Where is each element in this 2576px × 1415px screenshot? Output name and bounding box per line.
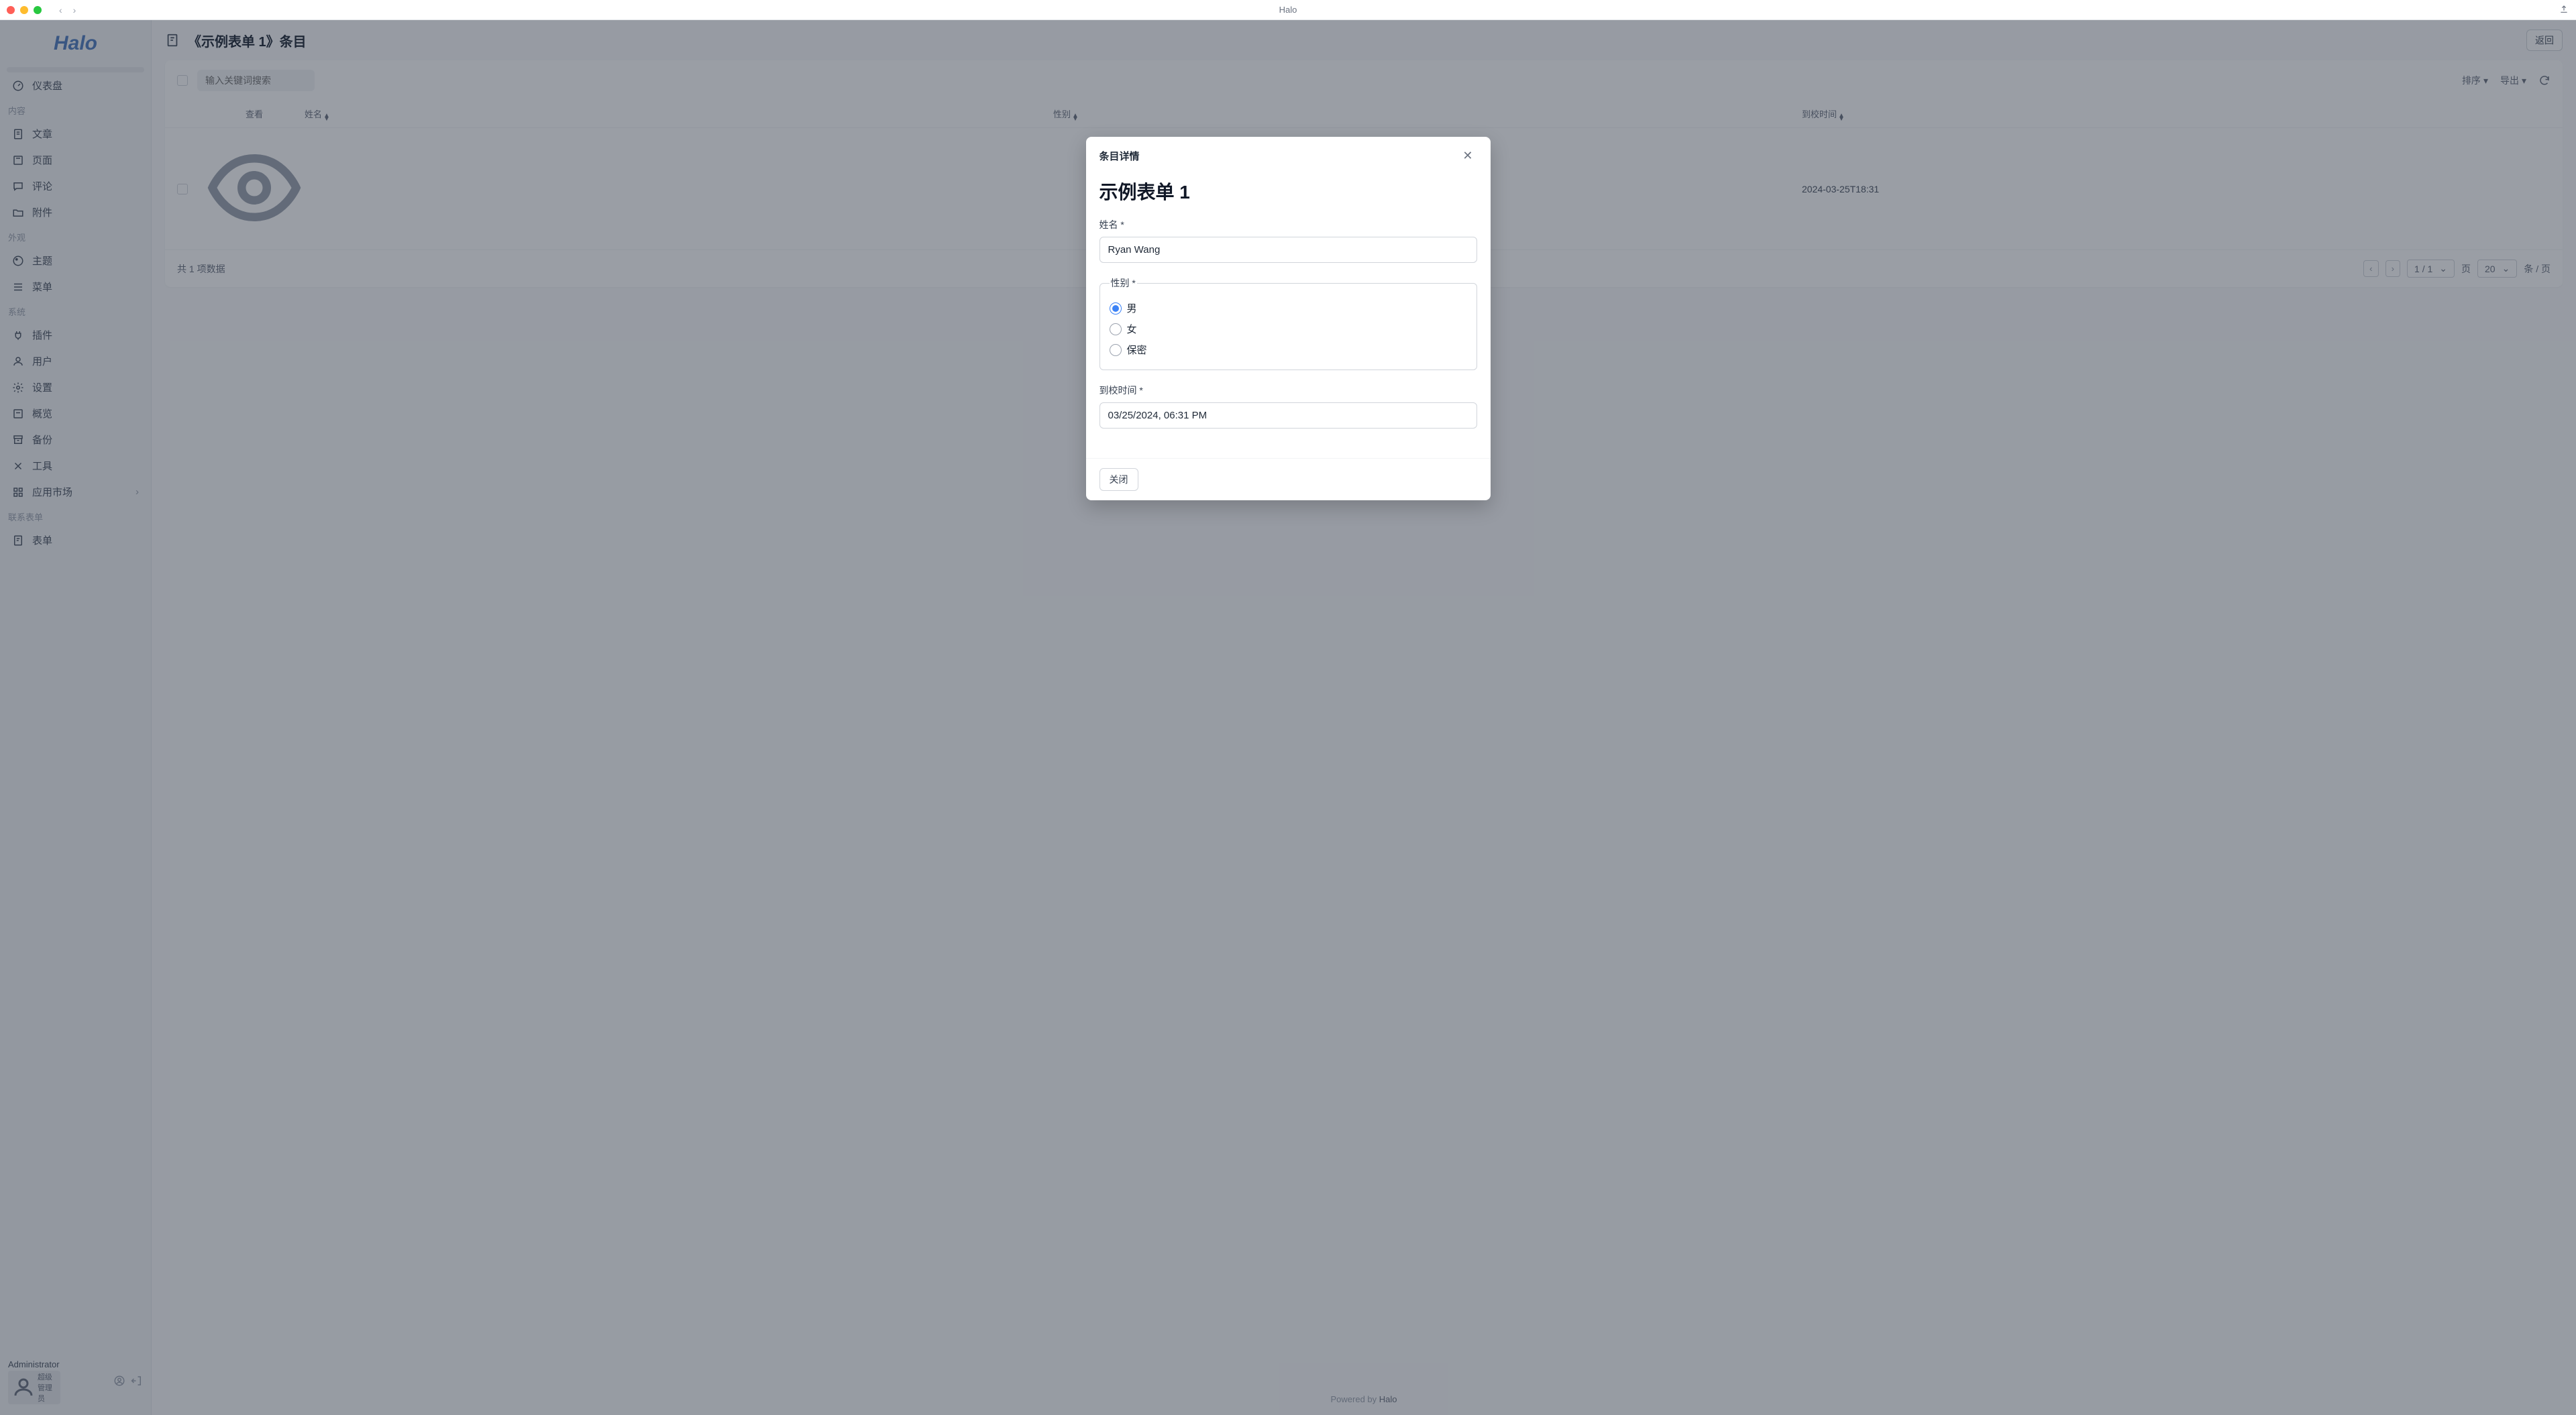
name-input[interactable] xyxy=(1099,237,1477,263)
modal-close-action-button[interactable]: 关闭 xyxy=(1099,468,1138,491)
window-title: Halo xyxy=(1279,5,1297,15)
radio-option-male[interactable]: 男 xyxy=(1110,298,1467,319)
radio-option-secret[interactable]: 保密 xyxy=(1110,339,1467,360)
modal-overlay[interactable]: 条目详情 ✕ 示例表单 1 姓名 * 性别 * 男 xyxy=(0,20,2576,1415)
modal-body: 示例表单 1 姓名 * 性别 * 男 xyxy=(1086,172,1491,458)
form-group-time: 到校时间 * xyxy=(1099,384,1477,429)
traffic-lights xyxy=(7,6,42,14)
modal-footer: 关闭 xyxy=(1086,458,1491,500)
titlebar: ‹ › Halo xyxy=(0,0,2576,20)
radio-male[interactable] xyxy=(1110,302,1122,315)
radio-female[interactable] xyxy=(1110,323,1122,335)
modal-dialog: 条目详情 ✕ 示例表单 1 姓名 * 性别 * 男 xyxy=(1086,137,1491,500)
modal-header-title: 条目详情 xyxy=(1099,149,1140,163)
time-input[interactable] xyxy=(1099,402,1477,429)
name-label: 姓名 * xyxy=(1099,218,1477,231)
modal-header: 条目详情 ✕ xyxy=(1086,137,1491,172)
gender-fieldset: 性别 * 男 女 保密 xyxy=(1099,276,1477,370)
form-title: 示例表单 1 xyxy=(1099,178,1477,205)
form-group-gender: 性别 * 男 女 保密 xyxy=(1099,276,1477,370)
modal-close-button[interactable]: ✕ xyxy=(1458,148,1477,164)
window-close-button[interactable] xyxy=(7,6,15,14)
form-group-name: 姓名 * xyxy=(1099,218,1477,263)
nav-forward-button[interactable]: › xyxy=(69,3,80,17)
window-maximize-button[interactable] xyxy=(34,6,42,14)
gender-label: 性别 * xyxy=(1110,276,1137,290)
nav-arrows: ‹ › xyxy=(55,3,80,17)
window-minimize-button[interactable] xyxy=(20,6,28,14)
nav-back-button[interactable]: ‹ xyxy=(55,3,66,17)
share-icon[interactable] xyxy=(2559,3,2569,16)
radio-option-female[interactable]: 女 xyxy=(1110,319,1467,339)
time-label: 到校时间 * xyxy=(1099,384,1477,397)
radio-secret[interactable] xyxy=(1110,344,1122,356)
